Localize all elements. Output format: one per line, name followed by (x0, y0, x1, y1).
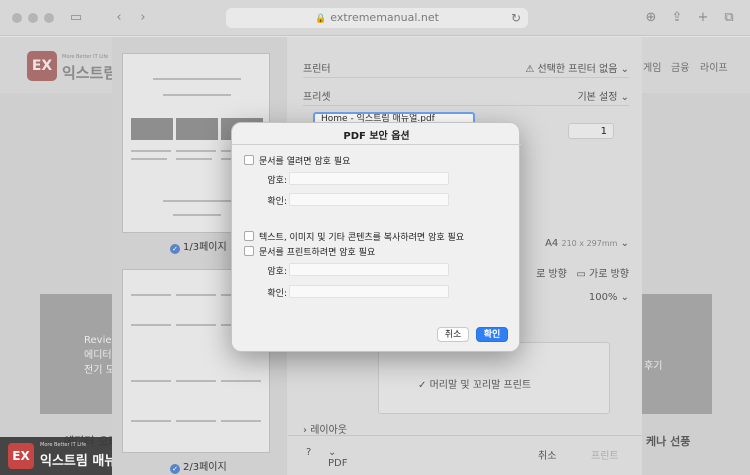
checkmark-icon: ✓ (170, 244, 180, 254)
dialog-title: PDF 보안 옵션 (343, 131, 410, 142)
printer-label: 프린터 (303, 64, 331, 75)
printer-row[interactable]: 프린터 ⚠ 선택한 프린터 없음 ⌄ (303, 60, 629, 75)
site-logo-sub: More Better IT Life (62, 54, 109, 60)
article-card-right-text: 후기 (644, 361, 663, 372)
divider (303, 77, 629, 78)
download-icon[interactable]: ⊕ (642, 9, 660, 27)
require-copy-password-checkbox[interactable] (244, 231, 254, 241)
print-footer: ? PDF ⌄ 취소 프린트 (288, 435, 642, 475)
zoom-window-button[interactable] (44, 13, 54, 23)
share-icon[interactable]: ⇪ (668, 9, 686, 27)
minimize-window-button[interactable] (28, 13, 38, 23)
require-print-password-checkbox[interactable] (244, 246, 254, 256)
preset-label: 프리셋 (303, 92, 331, 103)
require-open-password-label: 문서를 열려면 암호 필요 (259, 157, 351, 167)
scale-value: 100% (588, 292, 618, 303)
help-button[interactable]: ? (306, 447, 311, 458)
permission-verify-label: 확인: (267, 289, 287, 299)
print-button[interactable]: 프린트 (591, 447, 619, 462)
page-2-text: 2/3페이지 (183, 462, 227, 473)
nav-item-life[interactable]: 라이프 (700, 59, 728, 74)
browser-toolbar: ▭ ‹ › 🔒 extrememanual.net ↻ ⊕ ⇪ + ⧉ (0, 0, 750, 36)
bottom-logo-mark: EX (8, 443, 34, 469)
preset-value-text: 기본 설정 (577, 92, 618, 103)
open-verify-field[interactable] (289, 193, 449, 206)
url-text: extrememanual.net (330, 11, 439, 24)
article-title-right[interactable]: 케나 선풍 (646, 433, 690, 449)
site-logo-mark[interactable]: EX (27, 51, 57, 81)
preset-row[interactable]: 프리셋 기본 설정 ⌄ (303, 88, 629, 103)
nav-item-game[interactable]: 게임 (643, 59, 661, 74)
divider (232, 144, 521, 145)
divider (303, 105, 629, 106)
preset-value[interactable]: 기본 설정 ⌄ (577, 88, 629, 103)
new-tab-icon[interactable]: + (694, 9, 712, 27)
paper-name: A4 (545, 238, 559, 249)
reload-icon[interactable]: ↻ (511, 8, 521, 28)
orientation-options[interactable]: 로 방향 ▭ 가로 방향 (536, 265, 629, 280)
permission-password-field[interactable] (289, 263, 449, 276)
site-logo-text[interactable]: 익스트림 (62, 62, 117, 83)
header-footer-label: 머리말 및 꼬리말 프린트 (429, 380, 532, 391)
pdf-security-dialog: PDF 보안 옵션 문서를 열려면 암호 필요 암호: 확인: 텍스트, 이미지… (231, 122, 521, 352)
permission-verify-field[interactable] (289, 285, 449, 298)
pdf-menu-label: PDF (328, 458, 348, 469)
address-bar[interactable]: 🔒 extrememanual.net ↻ (226, 8, 528, 28)
scale-field[interactable]: 100% ⌄ (589, 292, 629, 303)
header-footer-row[interactable]: ✓ 머리말 및 꼬리말 프린트 (418, 376, 618, 391)
header-footer-check-icon: ✓ (418, 380, 427, 391)
pdf-menu-button[interactable]: PDF ⌄ (328, 447, 347, 469)
forward-icon[interactable]: › (134, 9, 152, 27)
open-password-field[interactable] (289, 172, 449, 185)
require-copy-password-label: 텍스트, 이미지 및 기타 콘텐츠를 복사하려면 암호 필요 (259, 233, 465, 243)
copies-field[interactable]: 1 (568, 123, 614, 139)
open-verify-label: 확인: (267, 197, 287, 207)
tab-overview-icon[interactable]: ⧉ (720, 9, 738, 27)
print-cancel-button[interactable]: 취소 (538, 447, 556, 462)
ok-button[interactable]: 확인 (476, 327, 508, 342)
printer-value[interactable]: ⚠ 선택한 프린터 없음 ⌄ (525, 60, 629, 75)
require-print-password-label: 문서를 프린트하려면 암호 필요 (259, 248, 376, 258)
cancel-button[interactable]: 취소 (437, 327, 469, 342)
page-2-label[interactable]: ✓ 2/3페이지 (170, 458, 227, 474)
bottom-logo-sub: More Better IT Life (40, 442, 87, 448)
paper-size-value[interactable]: A4 210 x 297mm ⌄ (545, 238, 629, 249)
layout-row[interactable]: › 레이아웃 (303, 421, 629, 436)
article-card-right[interactable] (642, 294, 712, 414)
page-1-label[interactable]: ✓ 1/3페이지 (170, 238, 227, 254)
open-password-label: 암호: (267, 176, 287, 186)
orientation-portrait[interactable]: 로 방향 (536, 269, 567, 280)
require-open-password-checkbox[interactable] (244, 155, 254, 165)
printer-value-text: 선택한 프린터 없음 (537, 64, 618, 75)
orientation-landscape[interactable]: 가로 방향 (589, 269, 629, 280)
checkmark-icon: ✓ (170, 464, 180, 474)
article-card-left-text: Review 에디터 전기 모 (84, 335, 114, 376)
close-window-button[interactable] (12, 13, 22, 23)
sidebar-icon[interactable]: ▭ (67, 9, 85, 27)
paper-dims: 210 x 297mm (561, 239, 618, 248)
nav-item-finance[interactable]: 금융 (671, 59, 689, 74)
lock-icon: 🔒 (315, 14, 327, 24)
page-1-text: 1/3페이지 (183, 242, 227, 253)
back-icon[interactable]: ‹ (110, 9, 128, 27)
permission-password-label: 암호: (267, 267, 287, 277)
